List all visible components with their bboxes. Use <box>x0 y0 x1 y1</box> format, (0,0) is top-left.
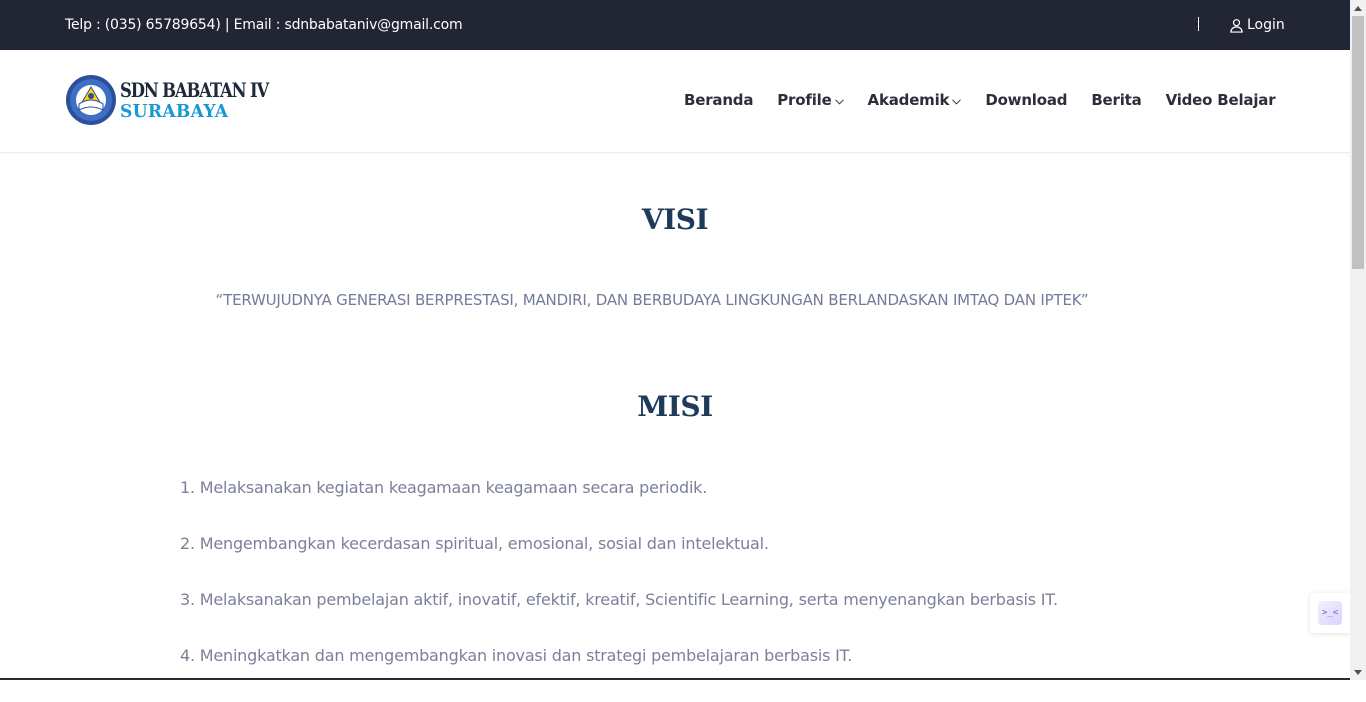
nav-akademik-label: Akademik <box>867 91 950 109</box>
nav-profile-label: Profile <box>777 91 832 109</box>
misi-item: 2. Mengembangkan kecerdasan spiritual, e… <box>180 534 769 553</box>
scrollbar-thumb[interactable] <box>1352 16 1364 269</box>
visi-statement: “TERWUJUDNYA GENERASI BERPRESTASI, MANDI… <box>215 291 1089 309</box>
nav-video-belajar[interactable]: Video Belajar <box>1166 91 1276 109</box>
contact-info: Telp : (035) 65789654) | Email : sdnbaba… <box>65 17 463 33</box>
vertical-scrollbar[interactable] <box>1350 0 1366 680</box>
main-nav: Beranda Profile Akademik Download Berita… <box>684 91 1276 109</box>
login-label: Login <box>1247 17 1285 33</box>
nav-video-belajar-label: Video Belajar <box>1165 91 1276 109</box>
chevron-down-icon <box>952 91 962 109</box>
logo-line-2: SURABAYA <box>120 100 229 122</box>
nav-download[interactable]: Download <box>985 91 1067 109</box>
site-header: SDN BABATAN IV SURABAYA Beranda Profile … <box>0 50 1350 153</box>
school-logo[interactable]: SDN BABATAN IV SURABAYA <box>65 73 269 127</box>
misi-item: 1. Melaksanakan kegiatan keagamaan keaga… <box>180 478 708 497</box>
misi-list: 1. Melaksanakan kegiatan keagamaan keaga… <box>180 478 1058 702</box>
login-link[interactable]: Login <box>1229 16 1285 34</box>
nav-beranda-label: Beranda <box>684 91 754 109</box>
visi-heading: VISI <box>641 203 709 236</box>
scroll-up-arrow-icon[interactable] <box>1350 0 1366 16</box>
nav-beranda[interactable]: Beranda <box>684 91 753 109</box>
logo-line-1: SDN BABATAN IV <box>120 77 269 102</box>
chevron-down-icon <box>834 91 844 109</box>
nav-berita-label: Berita <box>1091 91 1142 109</box>
nav-profile[interactable]: Profile <box>777 91 844 109</box>
tut-wuri-handayani-emblem-icon <box>65 74 117 126</box>
nav-akademik[interactable]: Akademik <box>868 91 962 109</box>
nav-download-label: Download <box>985 91 1068 109</box>
user-icon <box>1229 18 1244 33</box>
topbar-divider <box>1198 17 1199 31</box>
misi-item: 3. Melaksanakan pembelajan aktif, inovat… <box>180 590 1058 609</box>
misi-heading: MISI <box>637 390 713 423</box>
misi-item: 4. Meningkatkan dan mengembangkan inovas… <box>180 646 853 665</box>
floating-helper-button[interactable]: >_< <box>1310 593 1350 633</box>
scroll-down-arrow-icon[interactable] <box>1350 664 1366 680</box>
nav-berita[interactable]: Berita <box>1091 91 1141 109</box>
top-contact-bar: Telp : (035) 65789654) | Email : sdnbaba… <box>0 0 1350 50</box>
helper-face-icon: >_< <box>1318 601 1342 625</box>
